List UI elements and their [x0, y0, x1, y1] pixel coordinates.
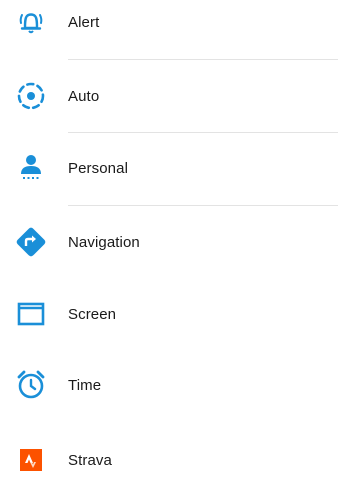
divider	[68, 205, 338, 206]
list-item-label: Alert	[68, 13, 100, 31]
strava-logo-icon	[14, 443, 48, 477]
navigation-arrow-icon	[14, 225, 48, 259]
list-item-label: Personal	[68, 159, 129, 177]
list-item-auto[interactable]: Auto	[0, 66, 338, 126]
list-item-navigation[interactable]: Navigation	[0, 212, 338, 272]
list-item-strava[interactable]: Strava	[0, 430, 338, 490]
settings-list: Alert Auto Personal Navigation Screen Ti…	[0, 0, 338, 492]
auto-target-icon	[14, 79, 48, 113]
person-icon	[14, 151, 48, 185]
divider	[68, 59, 338, 60]
list-item-time[interactable]: Time	[0, 355, 338, 415]
list-item-label: Auto	[68, 87, 100, 105]
alarm-clock-icon	[14, 368, 48, 402]
list-item-label: Navigation	[68, 233, 140, 251]
list-item-label: Time	[68, 376, 102, 394]
list-item-personal[interactable]: Personal	[0, 138, 338, 198]
screen-icon	[14, 297, 48, 331]
list-item-screen[interactable]: Screen	[0, 284, 338, 344]
divider	[68, 132, 338, 133]
alarm-bell-icon	[14, 5, 48, 39]
list-item-label: Screen	[68, 305, 117, 323]
list-item-alert[interactable]: Alert	[0, 0, 338, 52]
list-item-label: Strava	[68, 451, 112, 469]
